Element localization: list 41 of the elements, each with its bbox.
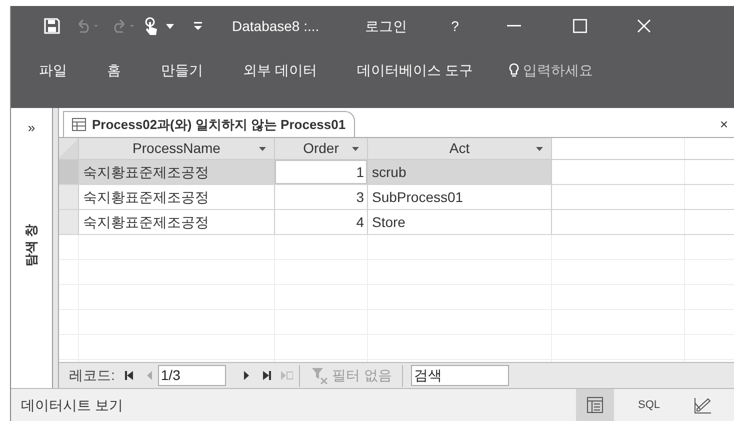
window-title: Database8 :... bbox=[232, 16, 320, 36]
dropdown-arrow-icon[interactable] bbox=[352, 147, 359, 151]
close-tab-button[interactable]: × bbox=[720, 114, 728, 135]
maximize-icon[interactable] bbox=[572, 19, 587, 33]
tell-me-field[interactable]: 입력하세요 bbox=[522, 60, 623, 81]
dropdown-icon[interactable] bbox=[166, 24, 174, 28]
table-cell[interactable]: scrub bbox=[368, 160, 552, 184]
record-label: 레코드: bbox=[69, 366, 115, 385]
lightbulb-icon bbox=[508, 63, 519, 78]
datasheet-view-icon bbox=[587, 397, 603, 413]
expand-nav-button[interactable]: » bbox=[28, 118, 36, 138]
minimize-icon[interactable] bbox=[506, 25, 521, 27]
ribbon-tab[interactable]: 외부 데이터 bbox=[241, 60, 319, 81]
column-header[interactable]: Order bbox=[275, 138, 368, 159]
status-text: 데이터시트 보기 bbox=[21, 396, 123, 414]
column-header[interactable]: ProcessName bbox=[79, 138, 275, 159]
dropdown-arrow-icon[interactable] bbox=[536, 147, 543, 151]
first-record-icon[interactable] bbox=[124, 371, 133, 380]
sql-view-button[interactable]: SQL bbox=[630, 389, 668, 421]
ribbon-tab[interactable]: 파일 bbox=[37, 60, 69, 81]
record-position-field[interactable]: 1/3 bbox=[158, 365, 226, 386]
ribbon-tab[interactable]: 만들기 bbox=[159, 60, 205, 81]
dropdown-arrow-icon[interactable] bbox=[259, 147, 266, 151]
document-tab[interactable]: Process02과(와) 일치하지 않는 Process01 bbox=[63, 111, 355, 137]
customize-icon[interactable] bbox=[194, 22, 202, 30]
design-view-icon bbox=[694, 396, 712, 414]
query-icon bbox=[72, 118, 86, 131]
ribbon-tab[interactable]: 데이터베이스 도구 bbox=[354, 60, 475, 81]
sign-in-link[interactable]: 로그인 bbox=[365, 16, 408, 36]
ribbon-tab[interactable]: 홈 bbox=[105, 60, 123, 81]
next-record-icon[interactable] bbox=[244, 371, 249, 380]
close-icon[interactable] bbox=[636, 19, 651, 33]
datasheet-view-button[interactable] bbox=[576, 389, 614, 421]
table-cell[interactable]: 1 bbox=[275, 160, 368, 184]
help-button[interactable]: ? bbox=[447, 16, 463, 36]
table-cell[interactable]: 숙지황표준제조공정 bbox=[79, 160, 275, 184]
nav-pane-label[interactable]: 탐색 창 bbox=[20, 222, 44, 268]
save-icon[interactable] bbox=[44, 18, 60, 34]
last-record-icon[interactable] bbox=[262, 371, 271, 380]
touch-icon[interactable] bbox=[144, 17, 158, 35]
search-field[interactable]: 검색 bbox=[410, 365, 509, 386]
